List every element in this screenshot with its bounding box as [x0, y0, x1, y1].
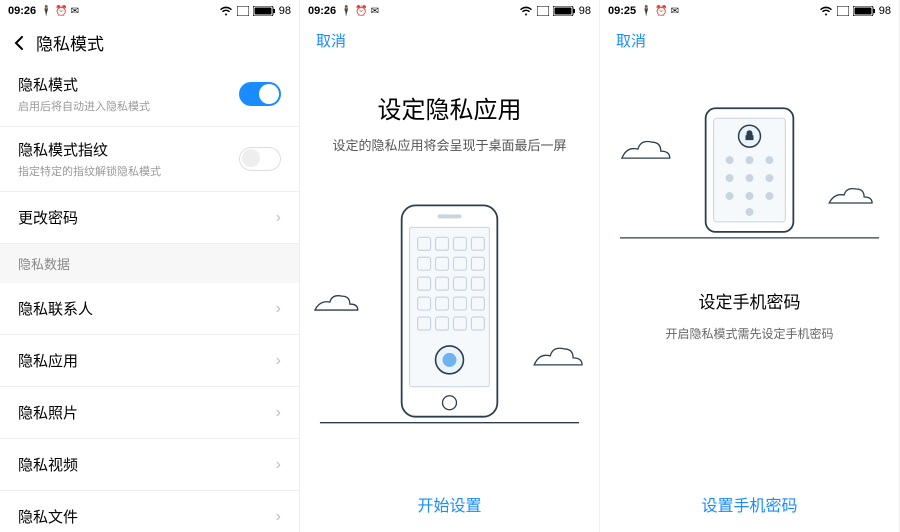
status-bar: 09:26 🕴 ⏰ ✉ 98	[300, 0, 599, 22]
status-left-icons: 🕴 ⏰ ✉	[640, 6, 679, 17]
setting-apps[interactable]: 隐私应用 ›	[0, 335, 299, 387]
status-left-icons: 🕴 ⏰ ✉	[40, 6, 79, 17]
set-password-button[interactable]: 设置手机密码	[600, 476, 899, 532]
setting-photos[interactable]: 隐私照片 ›	[0, 387, 299, 439]
setting-fingerprint[interactable]: 隐私模式指纹 指定特定的指纹解锁隐私模式	[0, 127, 299, 192]
setting-subtitle: 指定特定的指纹解锁隐私模式	[18, 163, 161, 179]
setting-files[interactable]: 隐私文件 ›	[0, 491, 299, 532]
chevron-right-icon: ›	[276, 404, 281, 422]
battery-icon	[553, 6, 575, 16]
panel-set-private-app: 09:26 🕴 ⏰ ✉ 98 取消 设定隐私应用 设定的隐私应用将会呈现于桌面最…	[300, 0, 600, 532]
status-time: 09:26	[308, 5, 336, 17]
setting-change-password[interactable]: 更改密码 ›	[0, 192, 299, 244]
signal-icon	[237, 6, 249, 16]
back-icon[interactable]	[12, 35, 26, 49]
signal-icon	[537, 6, 549, 16]
battery-percent: 98	[279, 5, 291, 17]
status-bar: 09:25 🕴 ⏰ ✉ 98	[600, 0, 899, 22]
battery-icon	[253, 6, 275, 16]
status-time: 09:26	[8, 5, 36, 17]
setting-title: 隐私视频	[18, 454, 78, 475]
wifi-icon	[519, 6, 533, 16]
setting-title: 隐私联系人	[18, 298, 93, 319]
page-header: 隐私模式	[0, 22, 299, 62]
setting-contacts[interactable]: 隐私联系人 ›	[0, 283, 299, 335]
setting-subtitle: 启用后将自动进入隐私模式	[18, 98, 150, 114]
illus-subtitle: 设定的隐私应用将会呈现于桌面最后一屏	[332, 135, 566, 154]
panel-settings: 09:26 🕴 ⏰ ✉ 98 隐私模式 隐私模式 启用后将自动进入隐私模式	[0, 0, 300, 532]
start-setup-button[interactable]: 开始设置	[300, 476, 599, 532]
chevron-right-icon: ›	[276, 456, 281, 474]
panel-set-password: 09:25 🕴 ⏰ ✉ 98 取消	[600, 0, 900, 532]
toggle-privacy-mode[interactable]	[239, 82, 281, 106]
illus-title: 设定隐私应用	[378, 90, 522, 125]
cancel-button[interactable]: 取消	[316, 33, 346, 50]
setting-title: 隐私照片	[18, 402, 78, 423]
cancel-header: 取消	[300, 22, 599, 58]
wifi-icon	[219, 6, 233, 16]
battery-icon	[853, 6, 875, 16]
lock-illustration	[600, 98, 899, 288]
toggle-fingerprint[interactable]	[239, 147, 281, 171]
chevron-right-icon: ›	[276, 300, 281, 318]
illustration-area: 设定隐私应用 设定的隐私应用将会呈现于桌面最后一屏	[300, 58, 599, 476]
setting-title: 更改密码	[18, 207, 78, 228]
setting-title: 隐私文件	[18, 506, 78, 527]
status-left-icons: 🕴 ⏰ ✉	[340, 6, 379, 17]
battery-percent: 98	[579, 5, 591, 17]
section-header: 隐私数据	[0, 244, 299, 283]
cancel-header: 取消	[600, 22, 899, 58]
illus-subtitle: 开启隐私模式需先设定手机密码	[665, 325, 833, 342]
status-bar: 09:26 🕴 ⏰ ✉ 98	[0, 0, 299, 22]
battery-percent: 98	[879, 5, 891, 17]
setting-title: 隐私模式	[18, 74, 150, 95]
setting-title: 隐私模式指纹	[18, 139, 161, 160]
signal-icon	[837, 6, 849, 16]
phone-illustration	[300, 174, 599, 476]
status-time: 09:25	[608, 5, 636, 17]
page-title: 隐私模式	[36, 30, 104, 55]
illus-title: 设定手机密码	[699, 288, 801, 313]
chevron-right-icon: ›	[276, 209, 281, 227]
chevron-right-icon: ›	[276, 508, 281, 526]
setting-videos[interactable]: 隐私视频 ›	[0, 439, 299, 491]
setting-title: 隐私应用	[18, 350, 78, 371]
wifi-icon	[819, 6, 833, 16]
chevron-right-icon: ›	[276, 352, 281, 370]
settings-list: 隐私模式 启用后将自动进入隐私模式 隐私模式指纹 指定特定的指纹解锁隐私模式 更…	[0, 62, 299, 532]
setting-privacy-mode[interactable]: 隐私模式 启用后将自动进入隐私模式	[0, 62, 299, 127]
illustration-area: 设定手机密码 开启隐私模式需先设定手机密码	[600, 58, 899, 476]
cancel-button[interactable]: 取消	[616, 33, 646, 50]
